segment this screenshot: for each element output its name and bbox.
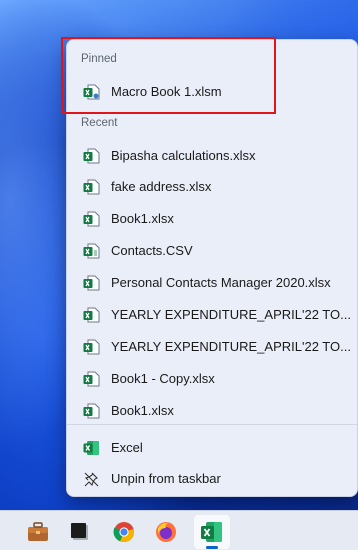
recent-item[interactable]: Book1 - Copy.xlsx xyxy=(72,364,354,394)
taskbar-app-chrome[interactable] xyxy=(106,515,142,549)
task-open-excel[interactable]: Excel xyxy=(72,433,354,463)
excel-csv-file-icon xyxy=(83,243,100,259)
unpin-icon xyxy=(83,471,100,487)
recent-item-label: YEARLY EXPENDITURE_APRIL'22 TO... xyxy=(111,339,351,354)
taskbar-app-terminal[interactable] xyxy=(62,515,98,549)
recent-item[interactable]: Book1.xlsx xyxy=(72,204,354,234)
recent-item-label: YEARLY EXPENDITURE_APRIL'22 TO... xyxy=(111,307,351,322)
excel-file-icon xyxy=(83,307,100,323)
taskbar xyxy=(0,510,358,550)
recent-section-header: Recent xyxy=(81,117,118,129)
excel-file-icon xyxy=(83,179,100,195)
menu-divider xyxy=(67,424,357,425)
recent-item-label: Book1 - Copy.xlsx xyxy=(111,371,215,386)
pinned-item-label: Macro Book 1.xlsm xyxy=(111,84,222,99)
recent-item[interactable]: YEARLY EXPENDITURE_APRIL'22 TO... xyxy=(72,300,354,330)
recent-item[interactable]: fake address.xlsx xyxy=(72,172,354,202)
taskbar-app-excel[interactable] xyxy=(194,515,230,549)
recent-item[interactable]: Book1.xlsx xyxy=(72,396,354,426)
pinned-item-macro-book[interactable]: Macro Book 1.xlsm xyxy=(72,77,354,107)
recent-item-label: Book1.xlsx xyxy=(111,211,174,226)
excel-file-icon xyxy=(83,339,100,355)
task-label: Unpin from taskbar xyxy=(111,471,221,486)
taskbar-app-briefcase[interactable] xyxy=(20,515,56,549)
task-label: Excel xyxy=(111,440,143,455)
excel-file-icon xyxy=(83,403,100,419)
excel-file-icon xyxy=(83,275,100,291)
recent-item-label: Personal Contacts Manager 2020.xlsx xyxy=(111,275,331,290)
excel-file-icon xyxy=(83,371,100,387)
recent-item-label: Bipasha calculations.xlsx xyxy=(111,148,256,163)
recent-item[interactable]: Personal Contacts Manager 2020.xlsx xyxy=(72,268,354,298)
excel-file-icon xyxy=(83,148,100,164)
recent-item-label: Book1.xlsx xyxy=(111,403,174,418)
recent-item-label: Contacts.CSV xyxy=(111,243,193,258)
recent-item-label: fake address.xlsx xyxy=(111,179,212,194)
recent-item[interactable]: Bipasha calculations.xlsx xyxy=(72,141,354,171)
excel-macro-file-icon xyxy=(83,84,100,100)
excel-file-icon xyxy=(83,211,100,227)
task-unpin-from-taskbar[interactable]: Unpin from taskbar xyxy=(72,464,354,494)
active-app-indicator xyxy=(206,546,218,549)
recent-item[interactable]: YEARLY EXPENDITURE_APRIL'22 TO... xyxy=(72,332,354,362)
taskbar-app-firefox[interactable] xyxy=(148,515,184,549)
excel-app-icon xyxy=(83,440,100,456)
pinned-section-header: Pinned xyxy=(81,53,117,65)
excel-jump-list: Pinned Macro Book 1.xlsm Recent Bipasha … xyxy=(66,39,358,497)
recent-item[interactable]: Contacts.CSV xyxy=(72,236,354,266)
